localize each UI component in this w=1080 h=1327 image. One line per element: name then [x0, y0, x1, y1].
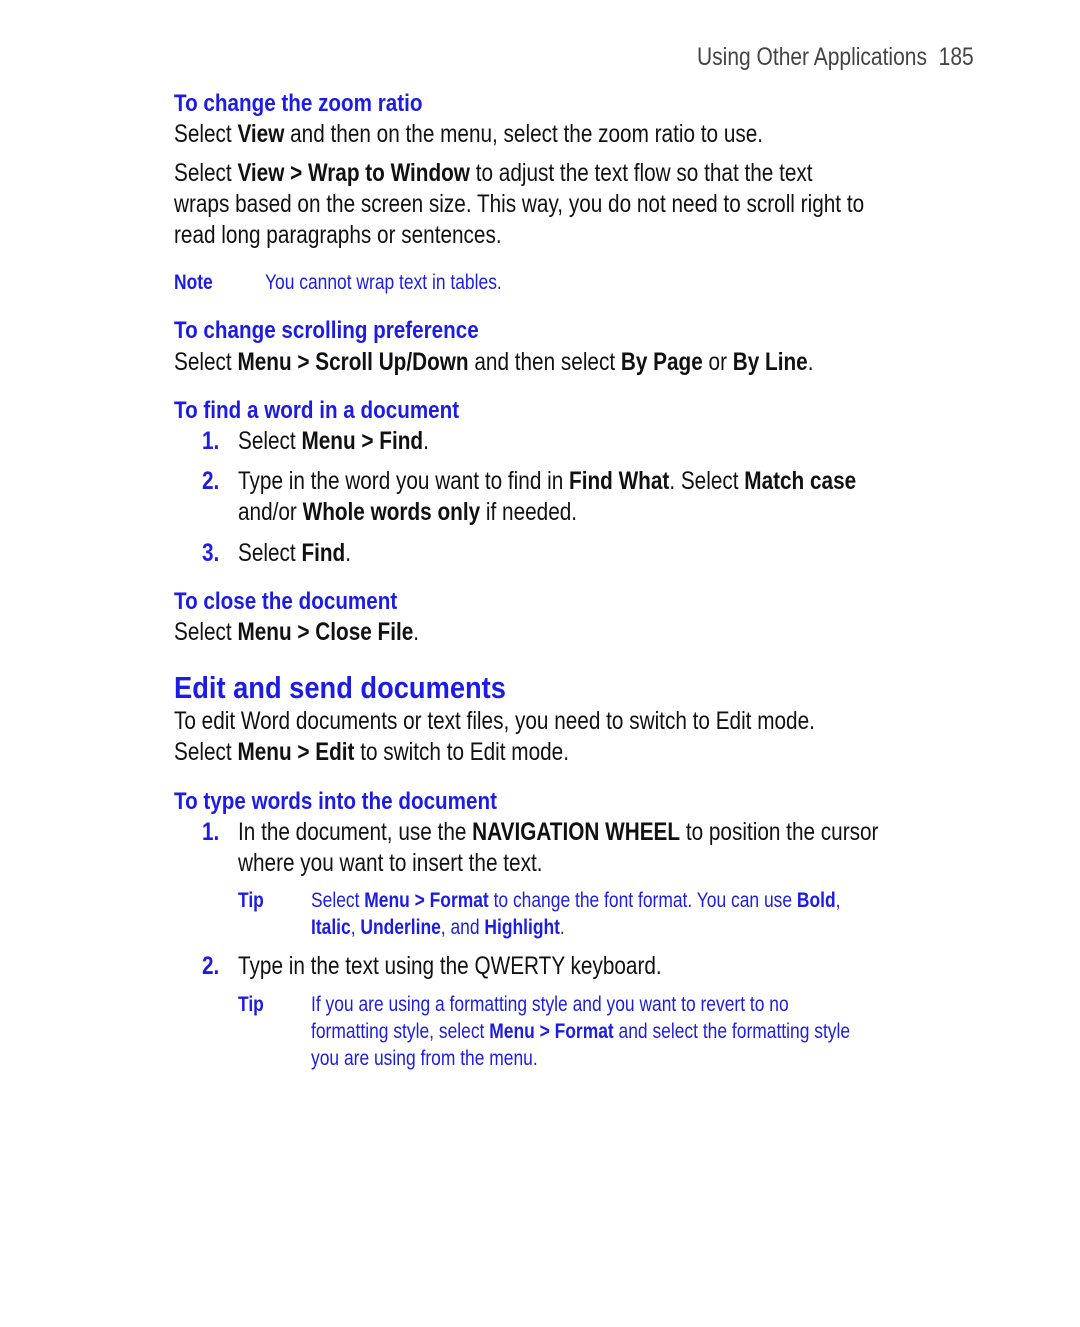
step-number: 2.: [202, 952, 220, 980]
tip-label: Tip: [238, 889, 264, 912]
emphasis-text: Menu > Format: [364, 889, 489, 912]
emphasis-text: Whole words only: [302, 498, 481, 526]
text-run: read long paragraphs or sentences.: [174, 221, 502, 249]
tip-label: Tip: [238, 993, 264, 1016]
heading-scrolling-preference: To change scrolling preference: [174, 317, 479, 344]
text-run: Select: [238, 539, 302, 567]
step-text: In the document, use the NAVIGATION WHEE…: [238, 817, 878, 847]
text-run: ,: [835, 889, 841, 912]
text-run: you are using from the menu.: [311, 1047, 538, 1070]
emphasis-text: Find: [301, 539, 346, 567]
text-run: wraps based on the screen size. This way…: [174, 190, 865, 218]
text-run: to position the cursor: [680, 818, 879, 846]
tip-text: formatting style, select Menu > Format a…: [311, 1017, 850, 1047]
text-run: . Select: [669, 467, 745, 495]
text-run: Select: [174, 618, 238, 646]
text-run: and/or: [238, 498, 303, 526]
text-run: and then select: [468, 348, 621, 376]
step-number: 2.: [202, 467, 220, 495]
section-title: Using Other Applications: [697, 43, 927, 71]
edit-paragraph-line: To edit Word documents or text files, yo…: [174, 706, 815, 736]
step-text: Select Find.: [238, 538, 351, 568]
emphasis-text: Bold: [796, 889, 836, 912]
text-run: Select: [174, 120, 238, 148]
step-text: where you want to insert the text.: [238, 848, 542, 878]
tip-text: Italic, Underline, and Highlight.: [311, 913, 565, 943]
text-run: Type in the text using the QWERTY keyboa…: [238, 952, 662, 980]
text-run: .: [345, 539, 352, 567]
text-run: Type in the word you want to find in: [238, 467, 570, 495]
tip-text: Select Menu > Format to change the font …: [311, 886, 840, 916]
step-text: Select Menu > Find.: [238, 426, 429, 456]
text-run: ,: [350, 916, 361, 939]
emphasis-text: NAVIGATION WHEEL: [472, 818, 681, 846]
text-run: Select: [174, 738, 238, 766]
step-text: and/or Whole words only if needed.: [238, 497, 577, 527]
step-text: Type in the text using the QWERTY keyboa…: [238, 951, 662, 981]
text-run: to change the font format. You can use: [488, 889, 797, 912]
text-run: and select the formatting style: [613, 1020, 851, 1043]
text-run: if needed.: [480, 498, 578, 526]
text-run: to adjust the text flow so that the text: [469, 159, 813, 187]
heading-type-words: To type words into the document: [174, 788, 497, 815]
running-header: Using Other Applications 185: [697, 42, 974, 72]
emphasis-text: Menu > Format: [489, 1020, 614, 1043]
text-run: and then on the menu, select the zoom ra…: [284, 120, 764, 148]
text-run: to switch to Edit mode.: [354, 738, 569, 766]
text-run: where you want to insert the text.: [238, 849, 543, 877]
emphasis-text: Match case: [744, 467, 857, 495]
text-run: .: [559, 916, 565, 939]
text-run: To edit Word documents or text files, yo…: [174, 707, 815, 735]
text-run: Select: [238, 427, 302, 455]
wrap-paragraph-line: read long paragraphs or sentences.: [174, 220, 502, 250]
emphasis-text: Find What: [569, 467, 670, 495]
step-number: 3.: [202, 539, 220, 567]
step-text: Type in the word you want to find in Fin…: [238, 466, 856, 496]
note-text: You cannot wrap text in tables.: [265, 271, 502, 294]
section-title-edit-send: Edit and send documents: [174, 670, 506, 705]
wrap-paragraph-line: Select View > Wrap to Window to adjust t…: [174, 158, 813, 188]
emphasis-text: Menu > Find: [301, 427, 424, 455]
heading-close-document: To close the document: [174, 588, 398, 615]
text-run: formatting style, select: [311, 1020, 490, 1043]
text-run: Select: [311, 889, 365, 912]
edit-paragraph-line: Select Menu > Edit to switch to Edit mod…: [174, 737, 569, 767]
heading-find-word: To find a word in a document: [174, 397, 460, 424]
emphasis-text: Menu > Scroll Up/Down: [237, 348, 469, 376]
text-run: If you are using a formatting style and …: [311, 993, 789, 1016]
tip-text: If you are using a formatting style and …: [311, 990, 789, 1020]
text-run: , and: [440, 916, 485, 939]
scrolling-paragraph: Select Menu > Scroll Up/Down and then se…: [174, 347, 813, 377]
emphasis-text: Highlight: [484, 916, 560, 939]
emphasis-text: Underline: [360, 916, 441, 939]
wrap-paragraph-line: wraps based on the screen size. This way…: [174, 189, 864, 219]
emphasis-text: Menu > Close File: [237, 618, 414, 646]
text-run: Select: [174, 348, 238, 376]
emphasis-text: Menu > Edit: [237, 738, 355, 766]
step-number: 1.: [202, 427, 220, 455]
text-run: .: [423, 427, 429, 455]
text-run: In the document, use the: [238, 818, 473, 846]
heading-zoom-ratio: To change the zoom ratio: [174, 90, 423, 117]
text-run: or: [702, 348, 733, 376]
page-number: 185: [938, 43, 974, 71]
emphasis-text: By Page: [620, 348, 703, 376]
text-run: Select: [174, 159, 238, 187]
tip-text: you are using from the menu.: [311, 1044, 538, 1074]
zoom-ratio-paragraph: Select View and then on the menu, select…: [174, 119, 763, 149]
close-paragraph: Select Menu > Close File.: [174, 617, 419, 647]
note-label: Note: [174, 271, 213, 294]
emphasis-text: View: [237, 120, 285, 148]
emphasis-text: By Line: [732, 348, 808, 376]
emphasis-text: View > Wrap to Window: [237, 159, 470, 187]
emphasis-text: Italic: [311, 916, 351, 939]
step-number: 1.: [202, 818, 220, 846]
text-run: .: [413, 618, 420, 646]
text-run: .: [807, 348, 814, 376]
